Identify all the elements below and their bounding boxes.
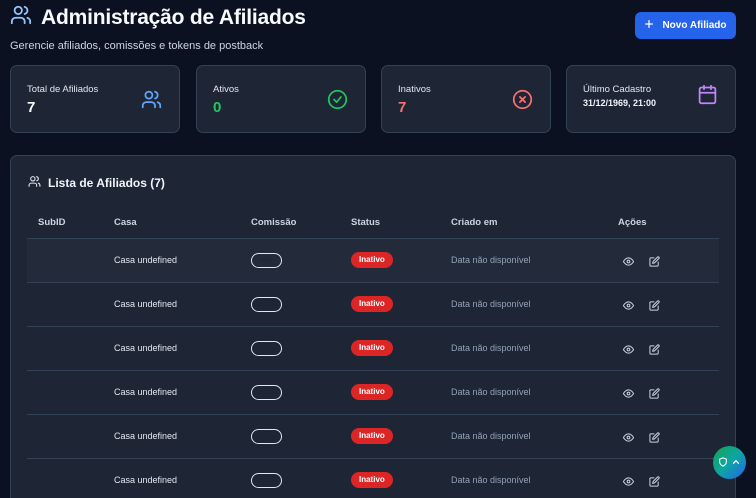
stat-value: 31/12/1969, 21:00: [583, 98, 657, 108]
stat-label: Total de Afiliados: [27, 84, 99, 95]
eye-icon[interactable]: [622, 298, 635, 310]
status-badge: Inativo: [351, 340, 393, 356]
commission-pill: N/A: [251, 297, 282, 312]
cell-created: Data não disponível: [451, 475, 531, 485]
list-title-label: Lista de Afiliados (7): [48, 176, 165, 190]
table-row: Casa undefined N/A Inativo Data não disponí…: [27, 459, 719, 498]
stat-label: Último Cadastro: [583, 84, 652, 95]
status-badge: Inativo: [351, 296, 393, 312]
page-title: Administração de Afiliados: [41, 5, 306, 29]
status-badge: Inativo: [351, 428, 393, 444]
table-row: Casa undefined N/A Inativo Data não disponí…: [27, 415, 719, 459]
column-header-comissao[interactable]: Comissão: [251, 217, 296, 228]
stat-label: Inativos: [398, 84, 431, 95]
page-header: Administração de Afiliados Gerencie afil…: [10, 4, 306, 53]
cell-created: Data não disponível: [451, 431, 531, 441]
cell-casa: Casa undefined: [114, 475, 178, 485]
column-header-acoes: Ações: [618, 217, 647, 228]
column-header-status[interactable]: Status: [351, 217, 380, 228]
floating-action-button[interactable]: [713, 446, 746, 479]
new-affiliate-button[interactable]: Novo Afiliado: [635, 12, 736, 39]
column-header-criado[interactable]: Criado em: [451, 217, 497, 228]
cell-created: Data não disponível: [451, 343, 531, 353]
column-header-subid[interactable]: SubID: [38, 217, 65, 228]
eye-icon[interactable]: [622, 254, 635, 266]
stat-value: 0: [213, 99, 222, 116]
eye-icon[interactable]: [622, 474, 635, 486]
users-icon: [28, 175, 41, 191]
column-header-casa[interactable]: Casa: [114, 217, 137, 228]
status-badge: Inativo: [351, 384, 393, 400]
cell-casa: Casa undefined: [114, 431, 178, 441]
stat-card-inactive: Inativos 7: [381, 65, 551, 133]
cell-casa: Casa undefined: [114, 299, 178, 309]
commission-pill: N/A: [251, 385, 282, 400]
commission-pill: N/A: [251, 429, 282, 444]
table-row: Casa undefined N/A Inativo Data não disponí…: [27, 371, 719, 415]
eye-icon[interactable]: [622, 386, 635, 398]
new-affiliate-label: Novo Afiliado: [662, 20, 727, 31]
eye-icon[interactable]: [622, 342, 635, 354]
list-title: Lista de Afiliados (7): [28, 175, 165, 191]
users-icon: [10, 4, 32, 31]
page-subtitle: Gerencie afiliados, comissões e tokens d…: [10, 40, 264, 52]
edit-icon[interactable]: [649, 342, 660, 355]
commission-pill: N/A: [251, 473, 282, 488]
plus-icon: [644, 19, 654, 32]
cell-casa: Casa undefined: [114, 387, 178, 397]
x-circle-icon: [512, 89, 533, 110]
check-circle-icon: [327, 89, 348, 110]
commission-pill: N/A: [251, 253, 282, 268]
cell-created: Data não disponível: [451, 387, 531, 397]
status-badge: Inativo: [351, 472, 393, 488]
shield-icon: [718, 454, 728, 472]
commission-pill: N/A: [251, 341, 282, 356]
eye-icon[interactable]: [622, 430, 635, 442]
table-header: SubID Casa Comissão Status Criado em Açõ…: [27, 208, 719, 239]
edit-icon[interactable]: [649, 386, 660, 399]
edit-icon[interactable]: [649, 430, 660, 443]
table-body: Casa undefined N/A Inativo Data não disponí…: [27, 239, 719, 498]
affiliates-panel: Lista de Afiliados (7) SubID Casa Comiss…: [10, 155, 736, 498]
stat-value: 7: [398, 99, 407, 116]
table-row: Casa undefined N/A Inativo Data não disponí…: [27, 283, 719, 327]
table-row: Casa undefined N/A Inativo Data não disponí…: [27, 327, 719, 371]
cell-created: Data não disponível: [451, 299, 531, 309]
edit-icon[interactable]: [649, 254, 660, 267]
stat-value: 7: [27, 99, 36, 116]
chevron-up-icon: [731, 454, 741, 472]
stat-card-active: Ativos 0: [196, 65, 366, 133]
stat-card-total: Total de Afiliados 7: [10, 65, 180, 133]
cell-casa: Casa undefined: [114, 343, 178, 353]
table-row: Casa undefined N/A Inativo Data não disponí…: [27, 239, 719, 283]
cell-casa: Casa undefined: [114, 255, 178, 265]
edit-icon[interactable]: [649, 298, 660, 311]
stat-card-last-registration: Último Cadastro 31/12/1969, 21:00: [566, 65, 736, 133]
stat-label: Ativos: [213, 84, 239, 95]
edit-icon[interactable]: [649, 474, 660, 487]
status-badge: Inativo: [351, 252, 393, 268]
cell-created: Data não disponível: [451, 255, 531, 265]
users-icon: [141, 89, 162, 110]
calendar-icon: [697, 84, 718, 105]
